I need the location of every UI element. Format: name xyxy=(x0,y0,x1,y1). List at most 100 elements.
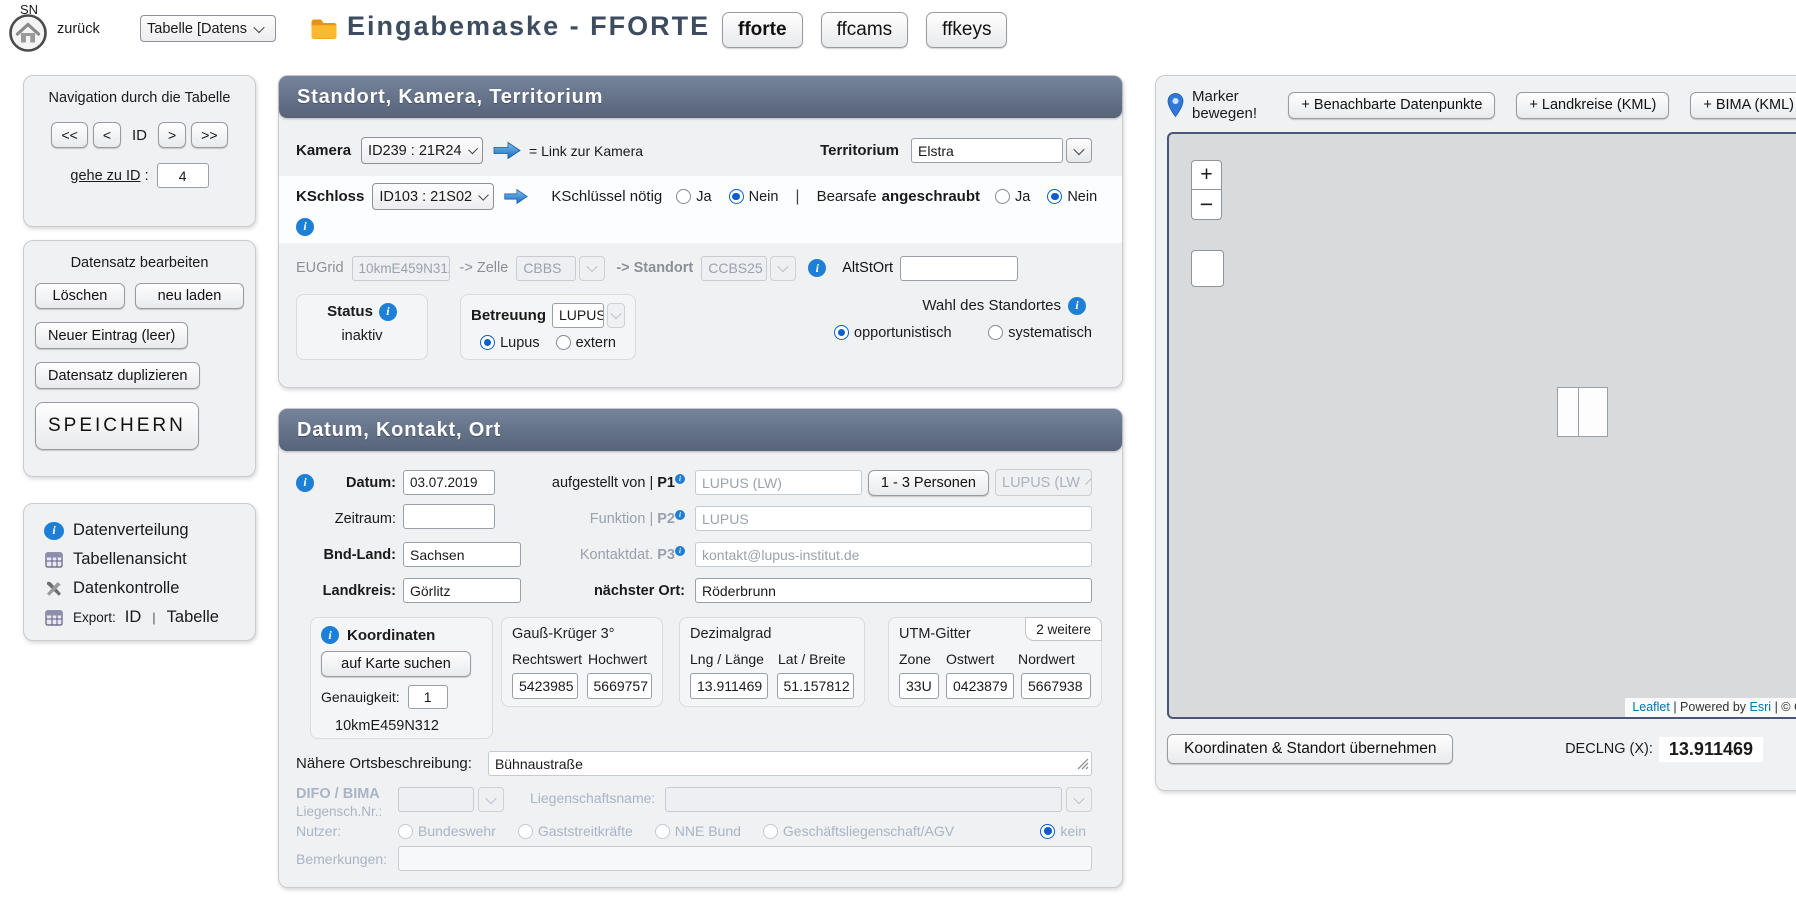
app-button-fforte[interactable]: fforte xyxy=(722,12,803,48)
naechster-ort-input[interactable]: Röderbrunn xyxy=(695,578,1092,603)
naechster-ort-label: nächster Ort: xyxy=(533,583,685,599)
kschloss-info-icon[interactable] xyxy=(296,218,314,236)
declng-group: DECLNG (X): 13.911469 xyxy=(1565,737,1763,762)
sidebar-item-datenverteilung[interactable]: Datenverteilung xyxy=(44,516,255,545)
bundesland-input[interactable]: Sachsen xyxy=(403,542,521,567)
kschloss-select[interactable]: ID103 : 21S02 xyxy=(372,183,494,210)
personen-button[interactable]: 1 - 3 Personen xyxy=(868,470,989,496)
kschluessel-nein-radio[interactable] xyxy=(729,189,744,204)
altstort-input[interactable] xyxy=(900,256,1018,281)
app-button-ffcams[interactable]: ffcams xyxy=(821,12,909,48)
camera-link-hint: = Link zur Kamera xyxy=(529,143,643,159)
p3-input[interactable]: kontakt@lupus-institut.de xyxy=(695,542,1092,567)
dez-lat-input[interactable]: 51.157812 xyxy=(777,673,855,699)
bearsafe-ja-radio[interactable] xyxy=(995,189,1010,204)
save-button[interactable]: SPEICHERN xyxy=(35,402,199,450)
p2-input[interactable]: LUPUS xyxy=(695,506,1092,531)
betreuung-dropdown-button[interactable] xyxy=(607,303,625,328)
nutzer-nne-bund-radio[interactable] xyxy=(655,824,670,839)
home-icon[interactable] xyxy=(8,13,48,53)
esri-link[interactable]: Esri xyxy=(1750,700,1772,714)
status-value: inaktiv xyxy=(307,328,417,344)
goto-id-input[interactable]: 4 xyxy=(157,163,209,188)
datum-input[interactable]: 03.07.2019 xyxy=(403,470,495,495)
betreuung-lupus-radio[interactable] xyxy=(480,335,495,350)
standort-info-icon[interactable] xyxy=(808,259,826,277)
utm-nordwert-input[interactable]: 5667938 xyxy=(1021,673,1091,699)
ortsbeschreibung-input[interactable]: Bühnaustraße xyxy=(488,751,1092,776)
export-table-link[interactable]: Tabelle xyxy=(167,608,219,627)
p2-info-icon[interactable] xyxy=(675,510,685,520)
p1-info-icon[interactable] xyxy=(675,474,685,484)
landkreise-kml-button[interactable]: + Landkreise (KML) xyxy=(1516,92,1669,119)
back-label[interactable]: zurück xyxy=(57,21,100,37)
reload-button[interactable]: neu laden xyxy=(135,283,244,309)
kschluessel-ja-radio[interactable] xyxy=(676,189,691,204)
delete-button[interactable]: Löschen xyxy=(35,283,125,309)
p1-input[interactable]: LUPUS (LW) xyxy=(695,470,862,495)
table-select-value: Tabelle [Datens xyxy=(147,21,247,37)
wahl-systematisch-label: systematisch xyxy=(1008,325,1092,341)
goto-id-link[interactable]: gehe zu ID xyxy=(70,168,140,184)
first-record-button[interactable]: << xyxy=(51,122,87,148)
bearsafe-nein-radio[interactable] xyxy=(1047,189,1062,204)
nutzer-gaststreitkraefte-radio[interactable] xyxy=(518,824,533,839)
export-label: Export: xyxy=(73,610,116,625)
zoom-out-button[interactable]: − xyxy=(1191,190,1222,220)
kschloss-link-arrow-icon[interactable] xyxy=(503,188,529,205)
camera-link-arrow-icon[interactable] xyxy=(492,141,522,160)
bearsafe-nein-label: Nein xyxy=(1067,189,1097,205)
gk-col-rechtswert: Rechtswert xyxy=(512,651,588,667)
next-record-button[interactable]: > xyxy=(158,122,186,148)
apply-coordinates-button[interactable]: Koordinaten & Standort übernehmen xyxy=(1167,734,1453,764)
p1-select[interactable]: LUPUS (LW xyxy=(995,469,1092,496)
koordinaten-info-icon[interactable] xyxy=(321,626,339,644)
dez-lng-input[interactable]: 13.911469 xyxy=(690,673,768,699)
previous-record-button[interactable]: < xyxy=(93,122,121,148)
kamera-select[interactable]: ID239 : 21R24 xyxy=(361,137,483,164)
dezimalgrad-box: Dezimalgrad Lng / Länge Lat / Breite 13.… xyxy=(679,617,865,707)
map-extra-control[interactable] xyxy=(1191,250,1224,287)
betreuung-extern-radio[interactable] xyxy=(556,335,571,350)
wahl-standort-info-icon[interactable] xyxy=(1068,297,1086,315)
landkreis-input[interactable]: Görlitz xyxy=(403,578,521,603)
gk-hochwert-input[interactable]: 5669757 xyxy=(587,673,653,699)
duplicate-record-button[interactable]: Datensatz duplizieren xyxy=(35,362,200,389)
bima-kml-button[interactable]: + BIMA (KML) xyxy=(1690,92,1796,119)
map-pin-icon xyxy=(1167,92,1184,118)
sidebar-item-tabellenansicht[interactable]: Tabellenansicht xyxy=(44,545,255,574)
p3-info-icon[interactable] xyxy=(675,546,685,556)
last-record-button[interactable]: >> xyxy=(191,122,227,148)
datum-label: Datum: xyxy=(322,475,396,491)
territorium-dropdown-button[interactable] xyxy=(1066,138,1092,163)
more-coordinates-button[interactable]: 2 weitere xyxy=(1025,617,1102,641)
leaflet-link[interactable]: Leaflet xyxy=(1632,700,1670,714)
app-button-ffkeys[interactable]: ffkeys xyxy=(926,12,1007,48)
resize-grip-icon[interactable] xyxy=(1077,757,1089,773)
neighbor-datapoints-button[interactable]: + Benachbarte Datenpunkte xyxy=(1288,92,1495,119)
standort-input: CCBS25 xyxy=(701,256,767,281)
betreuung-input[interactable]: LUPUS xyxy=(552,303,604,328)
territorium-input[interactable]: Elstra xyxy=(911,138,1063,163)
new-entry-button[interactable]: Neuer Eintrag (leer) xyxy=(35,322,188,349)
map-search-button[interactable]: auf Karte suchen xyxy=(321,651,471,677)
nutzer-bundeswehr-radio[interactable] xyxy=(398,824,413,839)
genauigkeit-input[interactable]: 1 xyxy=(408,685,448,709)
zoom-in-button[interactable]: + xyxy=(1191,160,1222,190)
nutzer-kein-radio[interactable] xyxy=(1040,824,1055,839)
nutzer-gaststreitkraefte-label: Gaststreitkräfte xyxy=(538,823,633,839)
table-select[interactable]: Tabelle [Datens xyxy=(140,15,276,42)
nutzer-geschaeftsliegenschaft-radio[interactable] xyxy=(763,824,778,839)
status-info-icon[interactable] xyxy=(379,303,397,321)
utm-zone-input[interactable]: 33U xyxy=(899,673,939,699)
wahl-standort-label: Wahl des Standortes xyxy=(922,297,1061,314)
gk-rechtswert-input[interactable]: 5423985 xyxy=(512,673,578,699)
export-id-link[interactable]: ID xyxy=(125,608,142,627)
sidebar-item-datenkontrolle[interactable]: Datenkontrolle xyxy=(44,574,255,603)
datum-info-icon[interactable] xyxy=(296,474,314,492)
utm-ostwert-input[interactable]: 0423879 xyxy=(946,673,1014,699)
wahl-opportunistisch-radio[interactable] xyxy=(834,325,849,340)
zeitraum-input[interactable] xyxy=(403,504,495,529)
map-canvas[interactable]: + − Leaflet | Powered by Esri | © C xyxy=(1167,132,1796,719)
wahl-systematisch-radio[interactable] xyxy=(988,325,1003,340)
